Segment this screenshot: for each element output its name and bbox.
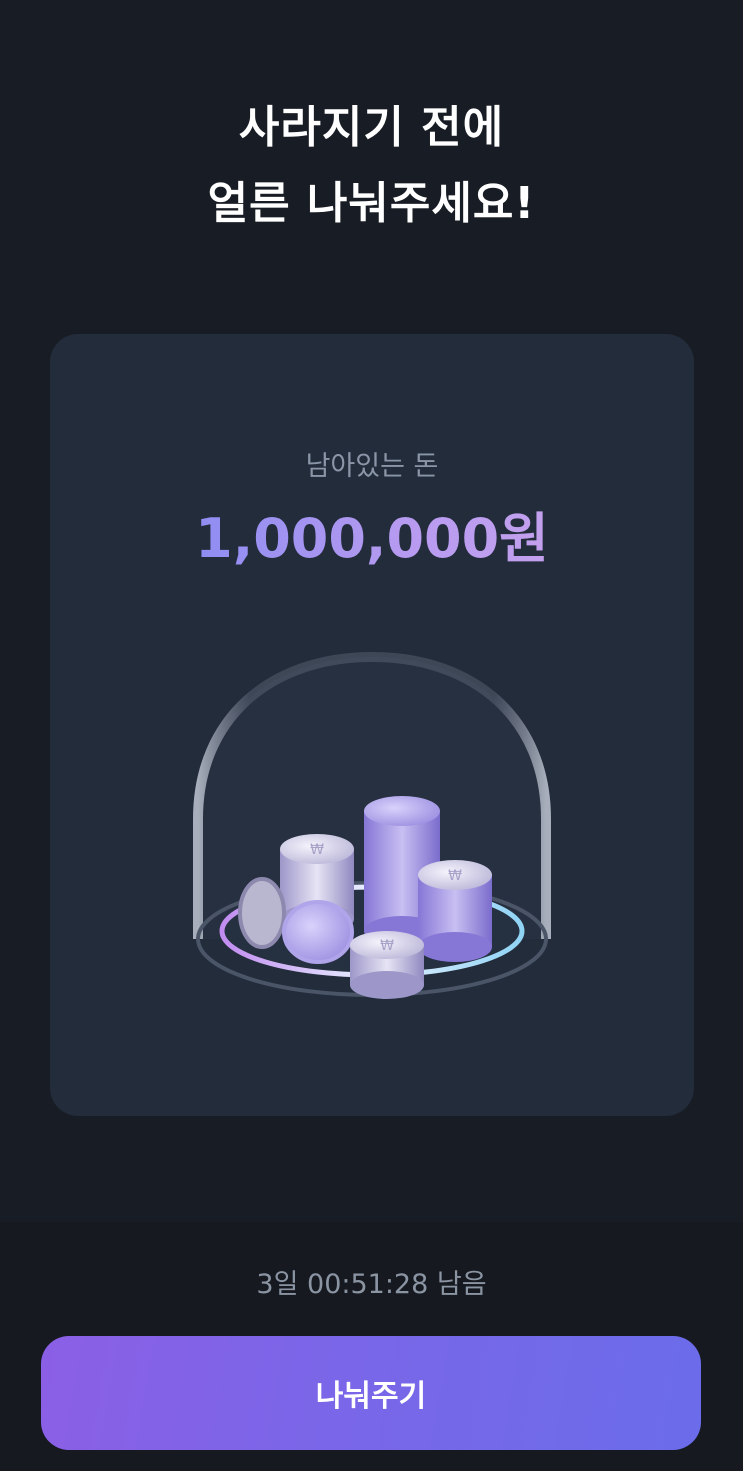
page-title: 사라지기 전에 얼른 나눠주세요! (0, 90, 743, 242)
share-button[interactable]: 나눠주기 (41, 1336, 701, 1450)
remaining-money-amount: 1,000,000원 (50, 494, 694, 573)
title-line-2: 얼른 나눠주세요! (207, 178, 536, 229)
amount-value: 1,000,000원 (195, 507, 549, 570)
remaining-money-card: 남아있는 돈 1,000,000원 ₩ ₩ ₩ (50, 334, 694, 1116)
svg-text:₩: ₩ (380, 938, 394, 954)
title-line-1: 사라지기 전에 (238, 102, 505, 153)
svg-text:₩: ₩ (448, 868, 462, 884)
coins-under-glass-dome-icon: ₩ ₩ ₩ (193, 651, 551, 999)
remaining-time-text: 3일 00:51:28 남음 (256, 1269, 487, 1300)
remaining-money-label: 남아있는 돈 (305, 451, 439, 482)
svg-text:₩: ₩ (310, 842, 324, 858)
